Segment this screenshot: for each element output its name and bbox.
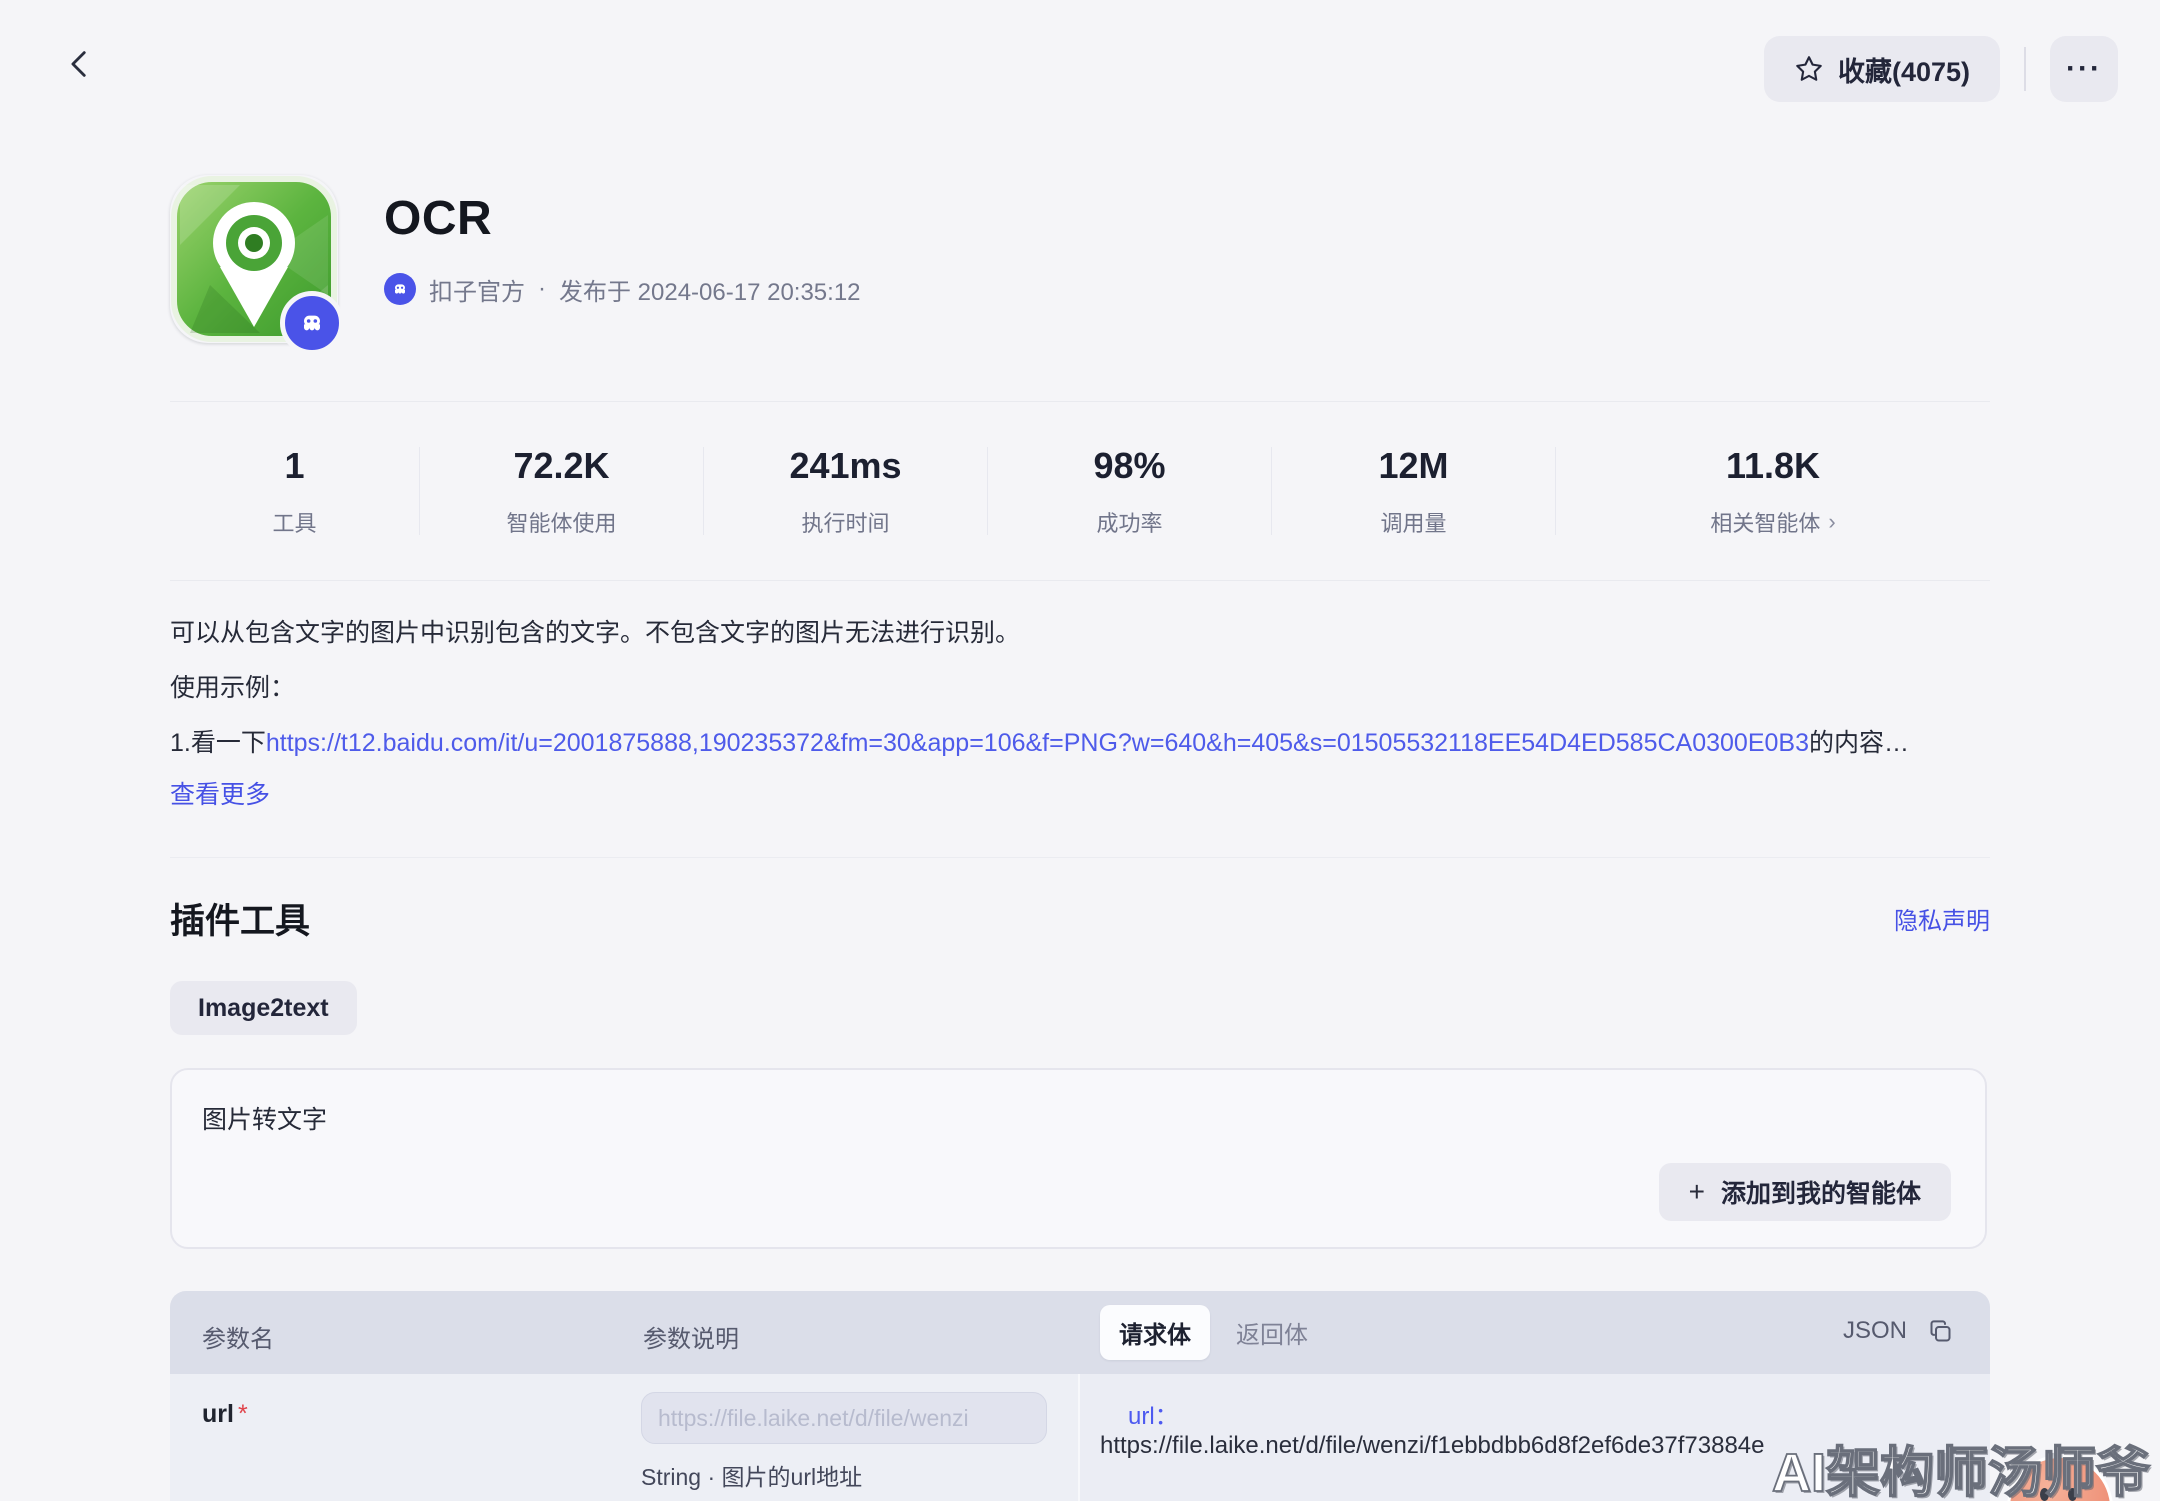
- copy-json-button[interactable]: [1927, 1318, 1954, 1345]
- example-suffix: 的内容…: [1809, 729, 1909, 757]
- json-group: JSON: [1843, 1317, 1954, 1345]
- meta-separator: ·: [538, 275, 546, 303]
- tools-section-title: 插件工具: [170, 893, 310, 944]
- stat-label: 执行时间: [801, 506, 889, 538]
- publish-meta: 扣子官方 · 发布于 2024-06-17 20:35:12: [384, 272, 861, 307]
- param-name-text: url: [202, 1400, 234, 1428]
- stat-label-text: 相关智能体: [1710, 506, 1820, 538]
- column-param-desc: 参数说明: [643, 1319, 739, 1354]
- json-preview-panel: url： https://file.laike.net/d/file/wenzi…: [1080, 1374, 1990, 1501]
- json-label: JSON: [1843, 1317, 1907, 1345]
- copy-icon: [1927, 1318, 1954, 1345]
- usage-example-line: 1.看一下https://t12.baidu.com/it/u=20018758…: [170, 726, 1990, 760]
- stat-value: 241ms: [789, 445, 901, 487]
- param-type-desc: String · 图片的url地址: [641, 1458, 862, 1492]
- avatar-eye: [2068, 1488, 2077, 1501]
- stat-agent-usage: 72.2K 智能体使用: [420, 445, 703, 538]
- topbar-actions: 收藏(4075) ···: [1764, 36, 2118, 102]
- tool-tab-image2text[interactable]: Image2text: [170, 981, 357, 1035]
- stat-label: 智能体使用: [506, 506, 616, 538]
- plugin-description: 可以从包含文字的图片中识别包含的文字。不包含文字的图片无法进行识别。 使用示例：…: [170, 616, 1990, 811]
- star-icon: [1794, 54, 1824, 84]
- stat-value: 72.2K: [513, 445, 609, 487]
- tab-response-body[interactable]: 返回体: [1236, 1315, 1308, 1350]
- section-divider: [170, 857, 1990, 858]
- stat-calls: 12M 调用量: [1272, 445, 1555, 538]
- add-to-agent-button[interactable]: + 添加到我的智能体: [1659, 1163, 1951, 1221]
- example-url-link[interactable]: https://t12.baidu.com/it/u=2001875888,19…: [266, 729, 1809, 757]
- see-more-link[interactable]: 查看更多: [170, 775, 270, 811]
- description-line-1: 可以从包含文字的图片中识别包含的文字。不包含文字的图片无法进行识别。: [170, 616, 1990, 650]
- plugin-title: OCR: [384, 193, 861, 246]
- plugin-detail-page: 收藏(4075) ···: [0, 0, 2160, 1501]
- publisher-badge-icon: [280, 291, 344, 355]
- param-name: url*: [202, 1400, 248, 1429]
- param-row: url* String · 图片的url地址: [170, 1374, 1078, 1501]
- avatar-eye: [2040, 1488, 2049, 1501]
- body-tabs: 请求体 返回体: [1100, 1305, 1308, 1360]
- topbar-divider: [2024, 47, 2026, 91]
- stat-exec-time: 241ms 执行时间: [704, 445, 987, 538]
- params-table-header: 参数名 参数说明 请求体 返回体 JSON: [170, 1291, 1990, 1374]
- header-text: OCR 扣子官方 · 发布于 2024-06-17 20:35:12: [384, 175, 861, 343]
- example-prefix: 1.看一下: [170, 729, 266, 757]
- add-to-agent-label: 添加到我的智能体: [1721, 1174, 1921, 1210]
- column-param-name: 参数名: [202, 1319, 274, 1354]
- tool-card: 图片转文字 + 添加到我的智能体: [170, 1068, 1987, 1249]
- plus-icon: +: [1689, 1176, 1705, 1208]
- back-button[interactable]: [56, 40, 104, 88]
- watermark-avatar: [2010, 1458, 2110, 1501]
- chevron-right-icon: ›: [1828, 509, 1835, 535]
- tab-request-body[interactable]: 请求体: [1100, 1305, 1210, 1360]
- param-url-input[interactable]: [641, 1392, 1047, 1444]
- stats-bar: 1 工具 72.2K 智能体使用 241ms 执行时间 98% 成功率 12M …: [170, 401, 1990, 581]
- stat-success-rate: 98% 成功率: [988, 445, 1271, 538]
- stat-related-agents[interactable]: 11.8K 相关智能体 ›: [1556, 445, 1990, 538]
- required-asterisk: *: [238, 1400, 248, 1428]
- stat-value: 12M: [1378, 445, 1448, 487]
- privacy-statement-link[interactable]: 隐私声明: [1894, 901, 1990, 936]
- stat-label: 工具: [272, 506, 316, 538]
- stat-tools: 1 工具: [170, 445, 419, 538]
- ellipsis-icon: ···: [2066, 52, 2102, 86]
- tools-section-header: 插件工具 隐私声明: [170, 893, 1990, 944]
- stat-value: 1: [284, 445, 304, 487]
- params-table-body: url* String · 图片的url地址 url： https://file…: [170, 1374, 1990, 1501]
- plugin-header: OCR 扣子官方 · 发布于 2024-06-17 20:35:12: [170, 175, 861, 343]
- app-icon-wrap: [170, 175, 338, 343]
- stat-label: 调用量: [1380, 506, 1446, 538]
- tool-name: 图片转文字: [202, 1100, 327, 1136]
- stat-label: 成功率: [1096, 506, 1162, 538]
- description-line-2: 使用示例：: [170, 671, 1990, 705]
- verified-badge-icon: [384, 273, 416, 305]
- params-table: 参数名 参数说明 请求体 返回体 JSON url* String · 图片的u…: [170, 1291, 1990, 1501]
- stat-value: 11.8K: [1726, 445, 1820, 487]
- favorite-label: 收藏(4075): [1838, 50, 1970, 89]
- more-button[interactable]: ···: [2050, 36, 2118, 102]
- chevron-left-icon: [63, 47, 97, 81]
- publish-date: 发布于 2024-06-17 20:35:12: [559, 272, 861, 307]
- stat-value: 98%: [1093, 445, 1165, 487]
- stat-label: 相关智能体 ›: [1710, 506, 1835, 538]
- publisher-name: 扣子官方: [429, 272, 525, 307]
- favorite-button[interactable]: 收藏(4075): [1764, 36, 2000, 102]
- json-key: url：: [1128, 1396, 1179, 1431]
- json-value: https://file.laike.net/d/file/wenzi/f1eb…: [1100, 1432, 1980, 1460]
